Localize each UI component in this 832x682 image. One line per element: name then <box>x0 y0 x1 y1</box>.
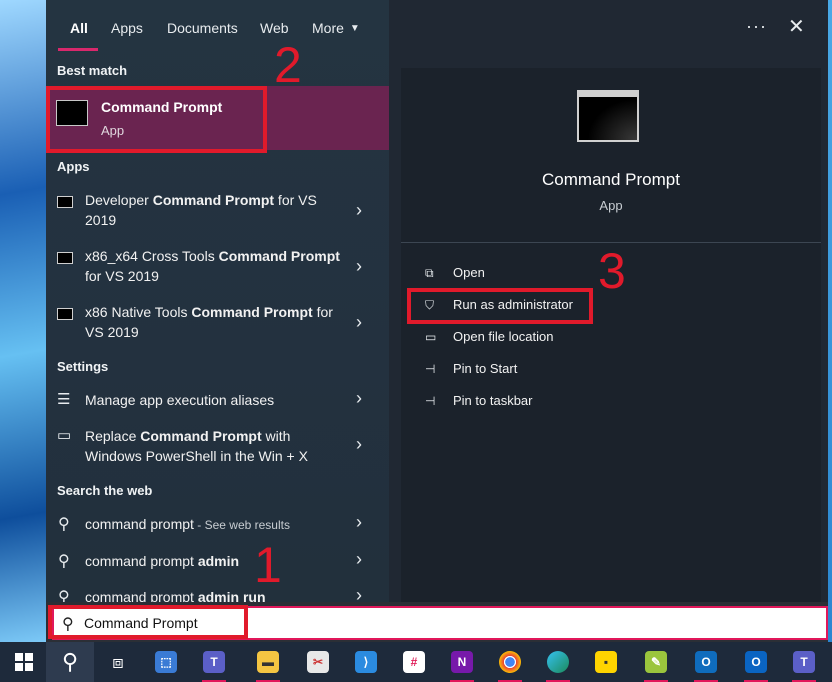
sticky-notes-icon[interactable]: ▪ <box>582 642 630 682</box>
taskbar: ⚲ ⧈ ⬚ T ▬ ✂ ⟩ # N ▪ ✎ O O T <box>0 642 832 682</box>
search-icon[interactable]: ⚲ <box>46 642 94 682</box>
best-match-title: Command Prompt <box>101 99 223 115</box>
action-open[interactable]: ⧉ Open <box>425 265 485 281</box>
results-pane: All Apps Documents Web More ▼ Best match … <box>46 0 389 602</box>
best-match-subtitle: App <box>101 123 125 138</box>
chevron-right-icon[interactable]: › <box>356 388 362 409</box>
web-result-item[interactable]: ⚲ command prompt admin › <box>46 549 389 579</box>
settings-result-text: Replace Command Prompt with Windows Powe… <box>85 428 308 464</box>
tab-documents[interactable]: Documents <box>167 20 238 36</box>
tab-all[interactable]: All <box>70 20 88 36</box>
windows-start-icon[interactable] <box>0 642 48 682</box>
annotation-number-1: 1 <box>254 537 282 593</box>
file-explorer-icon[interactable]: ▬ <box>244 642 292 682</box>
notepad-icon[interactable]: ✎ <box>632 642 680 682</box>
web-section-label: Search the web <box>57 483 153 498</box>
web-result-text: command prompt admin <box>85 553 240 569</box>
chrome-icon[interactable] <box>486 642 534 682</box>
pin-icon: ⊣ <box>425 362 436 376</box>
action-pin-to-taskbar[interactable]: ⊣ Pin to taskbar <box>425 393 533 408</box>
store-icon[interactable]: ⬚ <box>142 642 190 682</box>
app-result-text: x86_x64 Cross Tools Command Prompt for V… <box>85 248 340 284</box>
command-prompt-icon <box>56 100 88 126</box>
search-panel: All Apps Documents Web More ▼ Best match … <box>46 0 828 642</box>
chevron-right-icon[interactable]: › <box>356 512 362 533</box>
action-open-file-location[interactable]: ▭ Open file location <box>425 329 553 344</box>
annotation-number-2: 2 <box>274 37 302 93</box>
tab-web[interactable]: Web <box>260 20 289 36</box>
chevron-right-icon[interactable]: › <box>356 200 362 221</box>
active-tab-indicator <box>58 48 98 51</box>
web-result-item[interactable]: ⚲ command prompt admin run › <box>46 585 389 602</box>
filter-tabs: All Apps Documents Web More ▼ <box>46 0 389 56</box>
onenote-icon[interactable]: N <box>438 642 486 682</box>
action-run-as-administrator[interactable]: ⛉ Run as administrator <box>425 297 573 313</box>
search-bar: ⚲ <box>46 602 828 642</box>
web-result-item[interactable]: ⚲ command prompt - See web results › <box>46 512 389 542</box>
more-options-icon[interactable]: ··· <box>746 16 767 37</box>
search-icon: ⚲ <box>62 616 74 633</box>
chevron-right-icon[interactable]: › <box>356 585 362 602</box>
web-result-text: command prompt - See web results <box>85 516 290 532</box>
annotation-number-3: 3 <box>598 243 626 299</box>
app-result-item[interactable]: x86 Native Tools Command Prompt for VS 2… <box>46 302 389 354</box>
search-input[interactable] <box>84 612 384 634</box>
command-prompt-icon <box>57 196 73 208</box>
snipping-icon[interactable]: ✂ <box>294 642 342 682</box>
tab-more[interactable]: More ▼ <box>312 20 360 36</box>
command-prompt-icon <box>57 252 73 264</box>
app-result-text: x86 Native Tools Command Prompt for VS 2… <box>85 304 333 340</box>
chevron-right-icon[interactable]: › <box>356 434 362 455</box>
best-match-item[interactable]: Command Prompt App <box>46 86 389 150</box>
action-pin-to-start[interactable]: ⊣ Pin to Start <box>425 361 517 376</box>
desktop-wallpaper-edge <box>828 0 832 642</box>
tab-apps[interactable]: Apps <box>111 20 143 36</box>
detail-pane: Command Prompt App ⧉ Open ⛉ Run as adminis… <box>401 68 821 602</box>
caret-down-icon: ▼ <box>349 23 360 34</box>
desktop-wallpaper <box>0 0 46 642</box>
outlook-new-icon[interactable]: O <box>682 642 730 682</box>
settings-result-item[interactable]: ☰ Manage app execution aliases › <box>46 388 389 418</box>
detail-subtitle: App <box>599 198 623 213</box>
detail-title: Command Prompt <box>542 170 680 189</box>
app-result-item[interactable]: x86_x64 Cross Tools Command Prompt for V… <box>46 246 389 298</box>
settings-section-label: Settings <box>57 359 109 374</box>
chevron-right-icon[interactable]: › <box>356 256 362 277</box>
task-view-icon[interactable]: ⧈ <box>94 642 142 682</box>
apps-section-label: Apps <box>57 159 90 174</box>
app-result-text: Developer Command Prompt for VS 2019 <box>85 192 317 228</box>
list-settings-icon: ☰ <box>57 391 71 408</box>
teams-icon[interactable]: T <box>190 642 238 682</box>
web-result-text: command prompt admin run <box>85 589 266 602</box>
search-icon: ⚲ <box>58 589 70 602</box>
teams-new-icon[interactable]: T <box>780 642 828 682</box>
slack-icon[interactable]: # <box>390 642 438 682</box>
command-prompt-large-icon <box>577 90 639 142</box>
search-field[interactable]: ⚲ <box>52 606 828 640</box>
pin-icon: ⊣ <box>425 394 436 408</box>
close-icon[interactable]: ✕ <box>788 14 805 39</box>
chevron-right-icon[interactable]: › <box>356 549 362 570</box>
best-match-label: Best match <box>57 63 128 78</box>
app-result-item[interactable]: Developer Command Prompt for VS 2019 › <box>46 190 389 242</box>
edge-icon[interactable] <box>534 642 582 682</box>
vscode-icon[interactable]: ⟩ <box>342 642 390 682</box>
chevron-right-icon[interactable]: › <box>356 312 362 333</box>
settings-result-text: Manage app execution aliases <box>85 392 275 408</box>
folder-icon: ▭ <box>425 330 437 344</box>
search-icon: ⚲ <box>58 516 70 533</box>
settings-result-item[interactable]: ▭ Replace Command Prompt with Windows Po… <box>46 426 389 470</box>
command-prompt-icon <box>57 308 73 320</box>
shield-icon: ⛉ <box>425 298 435 312</box>
open-icon: ⧉ <box>425 266 434 280</box>
window-settings-icon: ▭ <box>57 427 72 444</box>
outlook-icon[interactable]: O <box>732 642 780 682</box>
search-icon: ⚲ <box>58 553 70 570</box>
tab-more-label: More <box>312 20 344 36</box>
